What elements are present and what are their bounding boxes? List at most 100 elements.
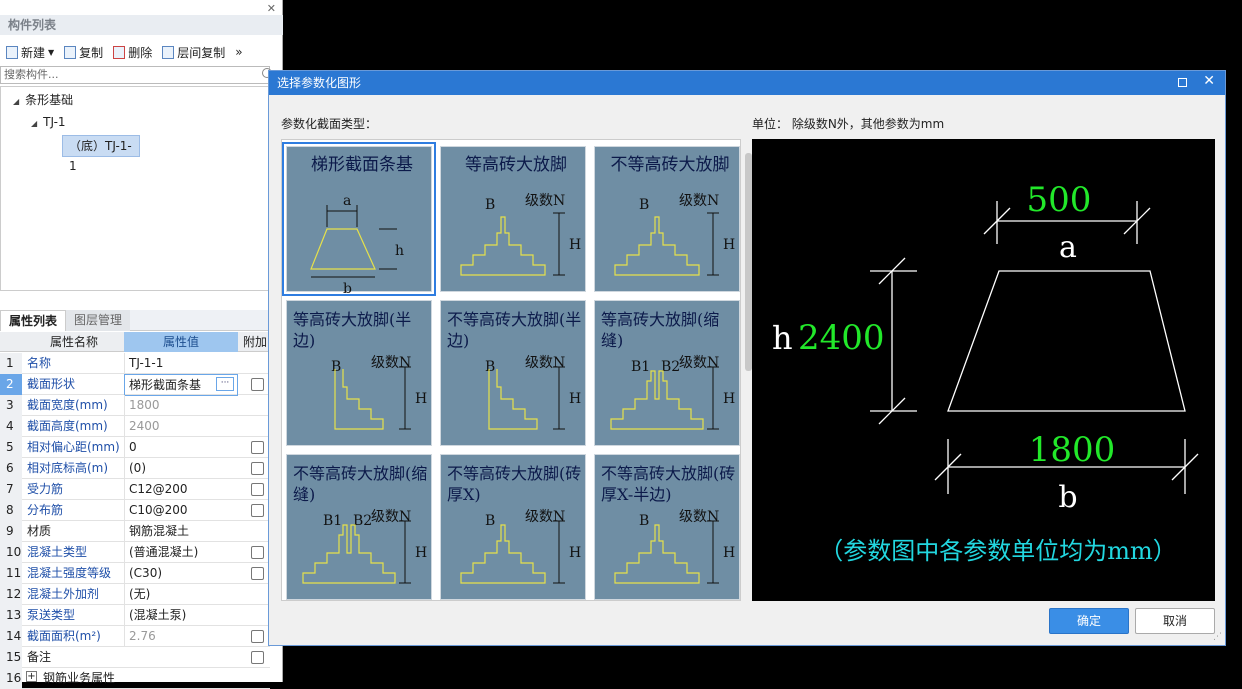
property-value[interactable]: (普通混凝土) xyxy=(124,542,238,562)
property-value[interactable]: (无) xyxy=(124,584,238,604)
shape-tile[interactable]: 梯形截面条基 a h b xyxy=(282,142,436,296)
new-button[interactable]: 新建 ▼ xyxy=(6,44,54,61)
property-value[interactable]: (C30) xyxy=(124,563,238,583)
table-row[interactable]: 5 相对偏心距(mm) 0 xyxy=(0,437,270,458)
expand-icon[interactable]: ◢ xyxy=(13,97,19,106)
header-name: 属性名称 xyxy=(49,335,98,349)
attach-checkbox[interactable] xyxy=(251,504,264,517)
delete-button[interactable]: 删除 xyxy=(113,44,152,61)
floor-copy-button[interactable]: 层间复制 xyxy=(162,44,225,61)
shape-tile[interactable]: 等高砖大放脚 B 级数N H xyxy=(440,146,586,292)
B2-label: B2 xyxy=(661,359,680,375)
tile-drawing: B1 B2级数NH xyxy=(302,509,427,584)
shape-tile[interactable]: 不等高砖大放脚 B 级数N H xyxy=(594,146,740,292)
table-row[interactable]: 7 受力筋 C12@200 xyxy=(0,479,270,500)
H-label: H xyxy=(415,545,427,561)
H-label: H xyxy=(415,391,427,407)
H-label: H xyxy=(723,545,735,561)
B-label: B xyxy=(639,197,649,213)
table-row[interactable]: 12 混凝土外加剂 (无) xyxy=(0,584,270,605)
property-name: 钢筋业务属性 xyxy=(43,671,116,685)
table-row[interactable]: 6 相对底标高(m) (0) xyxy=(0,458,270,479)
expand-icon[interactable]: ◢ xyxy=(31,119,37,128)
more-button[interactable]: » xyxy=(235,45,242,59)
maximize-icon[interactable] xyxy=(1178,78,1187,87)
row-number: 1 xyxy=(0,353,22,374)
property-value[interactable]: 2.76 xyxy=(124,626,238,646)
table-row[interactable]: 16 钢筋业务属性 + xyxy=(0,668,270,689)
H-label: H xyxy=(723,391,735,407)
table-row[interactable]: 10 混凝土类型 (普通混凝土) xyxy=(0,542,270,563)
close-icon[interactable]: ✕ xyxy=(267,2,276,15)
H-label: H xyxy=(569,391,581,407)
header-value: 属性值 xyxy=(124,332,238,352)
unit-note: （参数图中各参数单位均为mm） xyxy=(819,537,1177,565)
property-name: 相对偏心距(mm) xyxy=(27,440,120,454)
attach-checkbox[interactable] xyxy=(251,567,264,580)
property-value[interactable]: 钢筋混凝土 xyxy=(124,521,238,541)
shape-tile[interactable]: 不等高砖大放脚(砖厚X-半边) B 级数N H xyxy=(594,454,740,600)
table-row[interactable]: 13 泵送类型 (混凝土泵) xyxy=(0,605,270,626)
expand-icon[interactable]: + xyxy=(26,671,37,682)
shape-tile[interactable]: 不等高砖大放脚(缩缝) B1 B2 级数N H xyxy=(286,454,432,600)
tab-layer-management[interactable]: 图层管理 xyxy=(66,310,131,331)
copy-button[interactable]: 复制 xyxy=(64,44,103,61)
B-label: B xyxy=(485,359,495,375)
H-label: H xyxy=(569,237,581,253)
close-icon[interactable]: ✕ xyxy=(1203,73,1215,89)
table-row[interactable]: 3 截面宽度(mm) 1800 xyxy=(0,395,270,416)
attach-checkbox[interactable] xyxy=(251,546,264,559)
table-row[interactable]: 8 分布筋 C10@200 xyxy=(0,500,270,521)
property-value[interactable]: 1800 xyxy=(124,395,238,415)
row-number: 8 xyxy=(0,500,22,521)
tree-node-selected[interactable]: （底）TJ-1-1 xyxy=(62,135,140,173)
shape-tile[interactable]: 不等高砖大放脚(半边) B 级数N H xyxy=(440,300,586,446)
tab-property-list[interactable]: 属性列表 xyxy=(0,310,67,331)
tree-node-root[interactable]: ◢ 条形基础 xyxy=(13,91,73,108)
attach-checkbox[interactable] xyxy=(251,651,264,664)
delete-icon xyxy=(113,45,126,59)
property-name: 材质 xyxy=(27,524,52,538)
ok-button[interactable]: 确定 xyxy=(1049,608,1129,634)
table-row[interactable]: 1 名称 TJ-1-1 xyxy=(0,353,270,374)
table-row[interactable]: 11 混凝土强度等级 (C30) xyxy=(0,563,270,584)
property-value[interactable]: C10@200 xyxy=(124,500,238,520)
table-row[interactable]: 9 材质 钢筋混凝土 xyxy=(0,521,270,542)
shape-gallery: 梯形截面条基 a h b 等高砖大放脚 B 级数N H 不等高砖大放脚 B 级数N H 等高砖大放脚(半… xyxy=(281,139,741,601)
row-number: 10 xyxy=(0,542,22,563)
ellipsis-icon[interactable]: ··· xyxy=(216,377,234,391)
shape-tile[interactable]: 等高砖大放脚(半边) B 级数N H xyxy=(286,300,432,446)
property-value[interactable]: TJ-1-1 xyxy=(124,353,238,373)
gallery-scrollbar[interactable] xyxy=(745,153,752,371)
resize-grip-icon[interactable]: ⋰ xyxy=(1213,632,1222,642)
N-label: 级数N xyxy=(679,193,719,209)
row-number: 9 xyxy=(0,521,22,542)
b-label: b xyxy=(1058,480,1077,515)
attach-checkbox[interactable] xyxy=(251,630,264,643)
table-row[interactable]: 15 备注 xyxy=(0,647,270,668)
property-value[interactable]: (0) xyxy=(124,458,238,478)
tile-drawing: B 级数N H xyxy=(614,193,735,276)
shape-tile[interactable]: 不等高砖大放脚(砖厚X) B 级数N H xyxy=(440,454,586,600)
attach-checkbox[interactable] xyxy=(251,483,264,496)
property-name: 备注 xyxy=(27,650,52,664)
search-input[interactable]: 搜索构件... xyxy=(0,66,270,84)
shape-preview: 500 a h 2400 1800 b （参数图中各参数单位均为mm） xyxy=(752,139,1215,601)
table-row[interactable]: 2 截面形状 梯形截面条基 ··· xyxy=(0,374,270,396)
tile-drawing: a h b xyxy=(310,193,404,293)
property-value[interactable]: (混凝土泵) xyxy=(124,605,238,625)
property-name: 分布筋 xyxy=(27,503,64,517)
property-value[interactable]: C12@200 xyxy=(124,479,238,499)
attach-checkbox[interactable] xyxy=(251,378,264,391)
attach-checkbox[interactable] xyxy=(251,462,264,475)
property-value[interactable]: 0 xyxy=(124,437,238,457)
shape-tile[interactable]: 等高砖大放脚(缩缝) B1 B2 级数N H xyxy=(594,300,740,446)
tree-node-tj1[interactable]: ◢ TJ-1 xyxy=(31,115,66,129)
table-row[interactable]: 4 截面高度(mm) 2400 xyxy=(0,416,270,437)
property-value[interactable]: 2400 xyxy=(124,416,238,436)
property-name: 混凝土外加剂 xyxy=(27,587,100,601)
cancel-button[interactable]: 取消 xyxy=(1135,608,1215,634)
B1-label: B1 xyxy=(631,359,650,375)
table-row[interactable]: 14 截面面积(m²) 2.76 xyxy=(0,626,270,647)
attach-checkbox[interactable] xyxy=(251,441,264,454)
